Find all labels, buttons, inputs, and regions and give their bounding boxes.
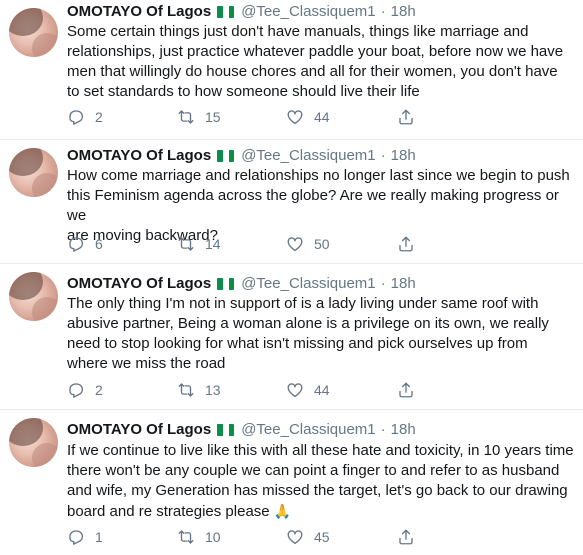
praying-hands-emoji: 🙏 (273, 503, 292, 519)
reply-count: 2 (95, 109, 103, 125)
separator-dot: · (380, 3, 386, 20)
avatar[interactable] (9, 418, 58, 467)
retweet-button[interactable]: 15 (177, 107, 221, 127)
avatar[interactable] (9, 272, 58, 321)
tweet-actions: 1 10 45 (67, 527, 547, 547)
reply-icon (69, 383, 84, 398)
like-button[interactable]: 50 (286, 234, 330, 254)
tweet-text: If we continue to live like this with al… (67, 441, 577, 522)
share-icon (399, 109, 413, 125)
tweet-text-line: abusive partner, Being a woman alone is … (67, 315, 549, 332)
heart-icon (287, 110, 303, 125)
reply-button[interactable]: 1 (67, 527, 103, 547)
tweet-actions: 6 14 50 (67, 234, 547, 254)
author-handle[interactable]: @Tee_Classiquem1 (241, 146, 375, 166)
tweet-timestamp[interactable]: 18h (391, 420, 416, 440)
avatar[interactable] (9, 148, 58, 197)
nigeria-flag-icon (217, 6, 235, 18)
like-count: 45 (314, 529, 330, 545)
like-count: 44 (314, 382, 330, 398)
reply-icon (69, 110, 84, 125)
reply-icon (69, 237, 84, 252)
tweet-text-line: need to stop looking for what isn't miss… (67, 335, 528, 352)
heart-icon (287, 383, 303, 398)
like-count: 44 (314, 109, 330, 125)
tweet-text: The only thing I'm not in support of is … (67, 294, 577, 374)
retweet-button[interactable]: 14 (177, 234, 221, 254)
reply-button[interactable]: 2 (67, 107, 103, 127)
author-name[interactable]: OMOTAYO Of Lagos (67, 146, 211, 166)
retweet-icon (178, 110, 194, 124)
reply-button[interactable]: 2 (67, 380, 103, 400)
separator-dot: · (380, 421, 386, 438)
retweet-button[interactable]: 13 (177, 380, 221, 400)
share-button[interactable] (397, 107, 415, 127)
reply-count: 2 (95, 382, 103, 398)
avatar[interactable] (9, 8, 58, 57)
tweet-text-line: there won't be any couple we can point a… (67, 462, 560, 479)
author-handle[interactable]: @Tee_Classiquem1 (241, 2, 375, 22)
tweet-header: OMOTAYO Of Lagos @Tee_Classiquem1 · 18h (67, 2, 416, 22)
separator-dot: · (380, 275, 386, 292)
tweet-text: Some certain things just don't have manu… (67, 22, 577, 102)
like-button[interactable]: 44 (286, 380, 330, 400)
retweet-count: 15 (205, 109, 221, 125)
tweet-text-line: and wife, my Generation has missed the t… (67, 482, 568, 499)
heart-icon (287, 237, 303, 252)
reply-count: 6 (95, 236, 103, 252)
author-name[interactable]: OMOTAYO Of Lagos (67, 274, 211, 294)
tweet-header: OMOTAYO Of Lagos @Tee_Classiquem1 · 18h (67, 274, 416, 294)
tweet-timestamp[interactable]: 18h (391, 146, 416, 166)
retweet-count: 14 (205, 236, 221, 252)
tweet-text-line: this Feminism agenda across the globe? A… (67, 187, 559, 224)
retweet-icon (178, 237, 194, 251)
reply-count: 1 (95, 529, 103, 545)
share-button[interactable] (397, 380, 415, 400)
retweet-icon (178, 383, 194, 397)
nigeria-flag-icon (217, 424, 235, 436)
tweet-actions: 2 13 44 (67, 380, 547, 400)
tweet-text-line: If we continue to live like this with al… (67, 442, 574, 459)
tweet-header: OMOTAYO Of Lagos @Tee_Classiquem1 · 18h (67, 146, 416, 166)
like-count: 50 (314, 236, 330, 252)
author-handle[interactable]: @Tee_Classiquem1 (241, 420, 375, 440)
tweet[interactable]: OMOTAYO Of Lagos @Tee_Classiquem1 · 18h … (0, 0, 583, 140)
share-icon (399, 529, 413, 545)
tweet-text-line: How come marriage and relationships no l… (67, 167, 570, 184)
tweet[interactable]: OMOTAYO Of Lagos @Tee_Classiquem1 · 18h … (0, 140, 583, 264)
author-handle[interactable]: @Tee_Classiquem1 (241, 274, 375, 294)
author-name[interactable]: OMOTAYO Of Lagos (67, 2, 211, 22)
retweet-count: 13 (205, 382, 221, 398)
tweet[interactable]: OMOTAYO Of Lagos @Tee_Classiquem1 · 18h … (0, 410, 583, 555)
share-icon (399, 236, 413, 252)
separator-dot: · (380, 147, 386, 164)
tweet-text-line: relationships, just practice whatever pa… (67, 43, 564, 60)
share-button[interactable] (397, 234, 415, 254)
tweet-text-line: where we miss the road (67, 355, 226, 372)
reply-icon (69, 530, 84, 545)
reply-button[interactable]: 6 (67, 234, 103, 254)
share-icon (399, 382, 413, 398)
tweet-text-line: to set standards to how someone should l… (67, 83, 420, 100)
tweet-text-line: Some certain things just don't have manu… (67, 23, 529, 40)
tweet-text-line: men that willingly do house chores and a… (67, 63, 558, 80)
tweet-timestamp[interactable]: 18h (391, 274, 416, 294)
heart-icon (287, 530, 303, 545)
retweet-icon (178, 530, 194, 544)
tweet-actions: 2 15 44 (67, 107, 547, 127)
tweet-text-line: board and re strategies please (67, 503, 270, 520)
like-button[interactable]: 45 (286, 527, 330, 547)
author-name[interactable]: OMOTAYO Of Lagos (67, 420, 211, 440)
tweet-text-line: The only thing I'm not in support of is … (67, 295, 539, 312)
tweet-timeline: OMOTAYO Of Lagos @Tee_Classiquem1 · 18h … (0, 0, 583, 555)
tweet-timestamp[interactable]: 18h (391, 2, 416, 22)
tweet[interactable]: OMOTAYO Of Lagos @Tee_Classiquem1 · 18h … (0, 264, 583, 410)
nigeria-flag-icon (217, 150, 235, 162)
retweet-count: 10 (205, 529, 221, 545)
nigeria-flag-icon (217, 278, 235, 290)
tweet-header: OMOTAYO Of Lagos @Tee_Classiquem1 · 18h (67, 420, 416, 440)
retweet-button[interactable]: 10 (177, 527, 221, 547)
share-button[interactable] (397, 527, 415, 547)
like-button[interactable]: 44 (286, 107, 330, 127)
